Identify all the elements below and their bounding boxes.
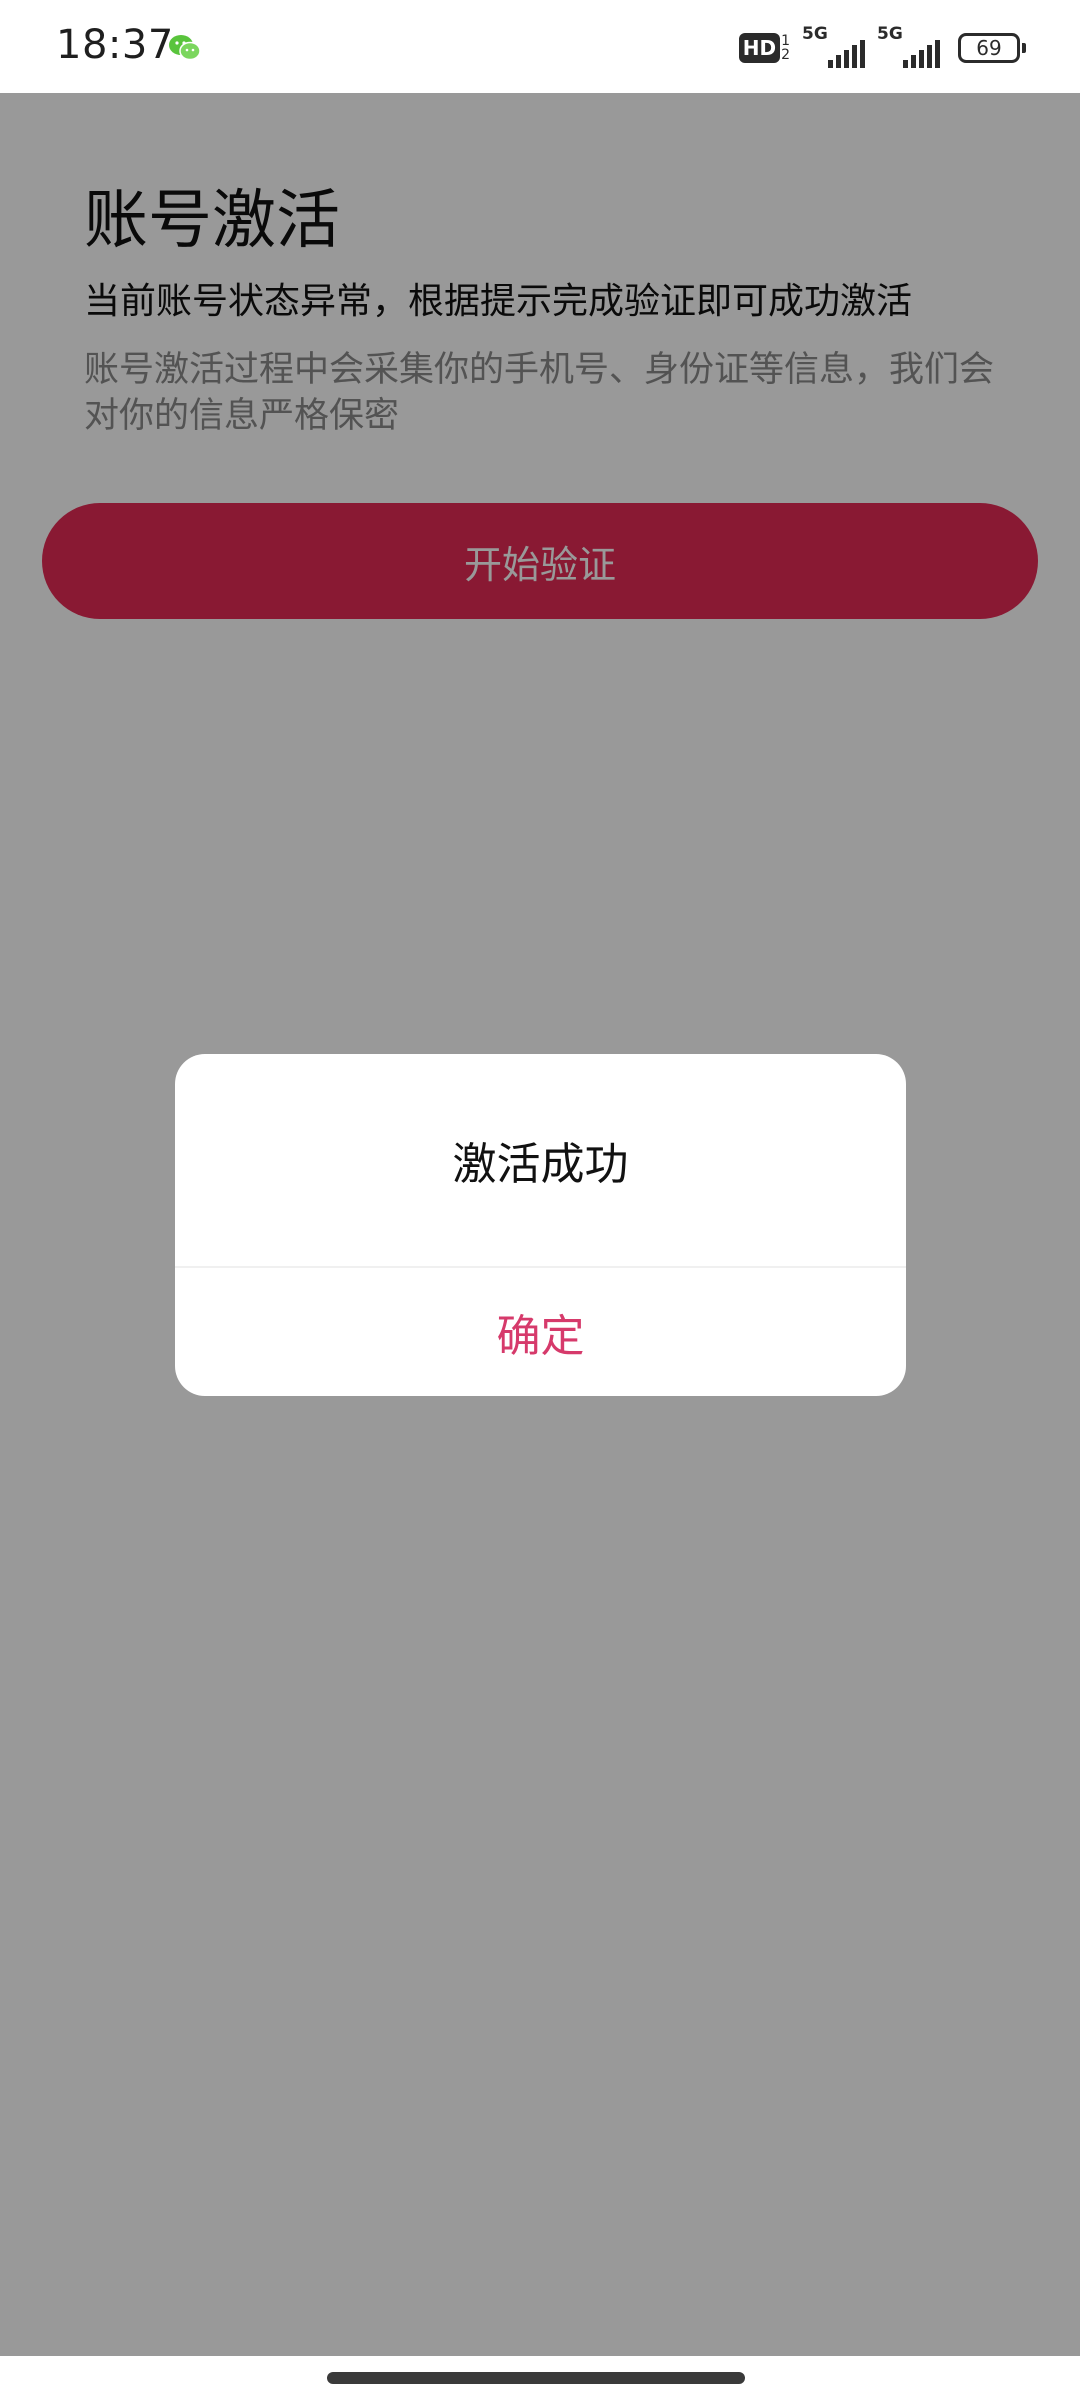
hd-sub-top: 1 [781,33,790,49]
activation-success-dialog: 激活成功 确定 [175,1054,906,1396]
status-icons: HD 1 2 5G 5G 69 [738,24,1026,68]
hd-label: HD [738,33,781,63]
navigation-bar [0,2356,1080,2400]
status-bar: 18:37 HD 1 2 5G 5G 69 [0,0,1080,93]
dialog-message: 激活成功 [452,1139,629,1190]
status-time: 18:37 [56,22,174,68]
signal-icon-sim1: 5G [802,24,865,68]
home-indicator[interactable] [327,2372,745,2384]
signal-icon-sim2: 5G [877,24,940,68]
network-type-sim2: 5G [877,24,903,44]
wechat-icon [169,35,201,61]
battery-icon: 69 [958,33,1026,63]
hd-voice-icon: HD 1 2 [738,30,790,66]
screen: 18:37 HD 1 2 5G 5G 69 账号激活 当前账号状态异常，根据提示… [0,0,1080,2400]
hd-sub-bottom: 2 [781,47,790,63]
battery-level: 69 [976,36,1002,60]
confirm-button[interactable]: 确定 [175,1268,906,1396]
network-type-sim1: 5G [802,24,828,44]
hd-sub: 1 2 [781,34,790,62]
